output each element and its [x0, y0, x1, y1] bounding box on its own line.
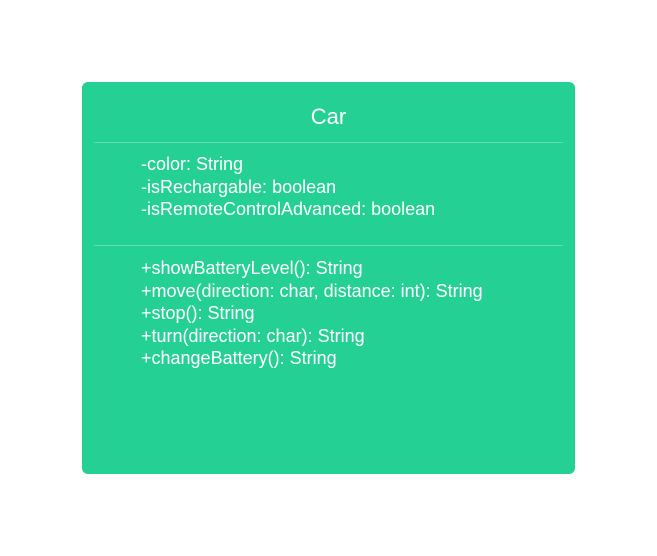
methods-compartment: +showBatteryLevel(): String +move(direct… [141, 257, 483, 370]
method-item: +move(direction: char, distance: int): S… [141, 280, 483, 301]
uml-class-box[interactable]: Car -color: String -isRechargable: boole… [82, 82, 575, 474]
attributes-compartment: -color: String -isRechargable: boolean -… [141, 153, 435, 221]
method-item: +changeBattery(): String [141, 348, 337, 369]
method-item: +turn(direction: char): String [141, 325, 365, 346]
method-item: +stop(): String [141, 303, 255, 324]
attribute-item: -color: String [141, 154, 244, 174]
class-name: Car [310, 104, 347, 129]
methods-divider [94, 245, 563, 246]
attribute-item: -isRemoteControlAdvanced: boolean [141, 199, 436, 220]
attribute-item: -isRechargable: boolean [141, 176, 337, 197]
attributes-divider [94, 142, 563, 143]
method-item: +showBatteryLevel(): String [141, 258, 363, 278]
